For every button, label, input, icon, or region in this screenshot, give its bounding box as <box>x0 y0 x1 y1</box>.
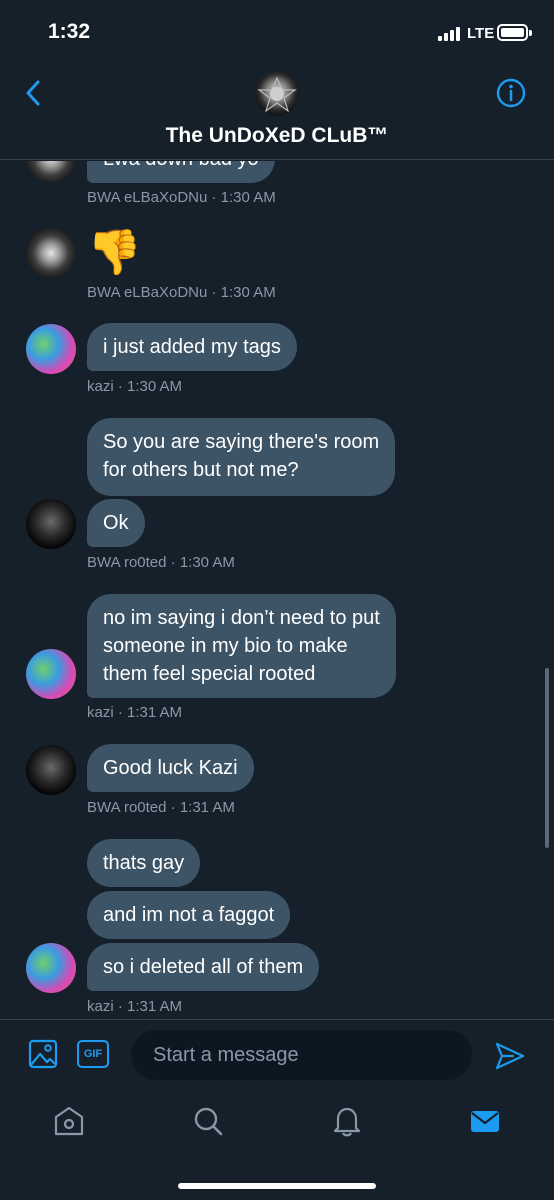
conversation-title: The UnDoXeD CLuB™ <box>165 124 389 147</box>
message-bubble[interactable]: Good luck Kazi <box>87 744 254 792</box>
image-icon <box>28 1039 58 1069</box>
home-icon <box>54 1106 84 1136</box>
message-meta: BWA ro0ted · 1:31 AM <box>87 799 235 816</box>
tab-home[interactable] <box>52 1104 86 1138</box>
avatar[interactable] <box>26 943 76 993</box>
avatar[interactable] <box>26 745 76 795</box>
message-line: them feel special rooted <box>103 663 316 685</box>
thumbs-down-emoji[interactable]: 👎 <box>87 227 142 279</box>
avatar[interactable] <box>26 649 76 699</box>
tab-search[interactable] <box>191 1104 225 1138</box>
mail-icon <box>471 1111 499 1132</box>
message-line: someone in my bio to make <box>103 635 348 657</box>
avatar[interactable] <box>26 499 76 549</box>
network-type: LTE <box>467 25 495 42</box>
info-button[interactable] <box>496 78 526 108</box>
message-meta: BWA ro0ted · 1:30 AM <box>87 554 235 571</box>
tab-messages[interactable] <box>468 1104 502 1138</box>
battery-icon <box>497 24 528 41</box>
message-line: for others but not me? <box>103 459 299 481</box>
message-meta: BWA eLBaXoDNu · 1:30 AM <box>87 189 276 206</box>
home-indicator[interactable] <box>178 1183 376 1189</box>
avatar[interactable] <box>26 228 76 278</box>
message-bubble[interactable]: and im not a faggot <box>87 891 291 939</box>
chevron-left-icon <box>26 80 40 106</box>
battery-tip <box>529 30 532 36</box>
message-input[interactable] <box>131 1030 472 1080</box>
message-meta: kazi · 1:31 AM <box>87 998 183 1015</box>
cellular-signal-icon <box>438 27 462 41</box>
message-meta: BWA eLBaXoDNu · 1:30 AM <box>87 284 276 301</box>
message-meta: kazi · 1:30 AM <box>87 378 183 395</box>
message-bubble[interactable]: Lwa down bad yo <box>87 161 275 183</box>
gif-icon: GIF <box>83 1048 103 1060</box>
back-button[interactable] <box>18 78 48 108</box>
conversation-header: The UnDoXeD CLuB™ <box>0 62 554 160</box>
message-bubble[interactable]: so i deleted all of them <box>87 943 320 991</box>
message-line: no im saying i don’t need to put <box>103 607 380 629</box>
avatar[interactable] <box>26 161 76 183</box>
media-button[interactable] <box>28 1039 58 1069</box>
message-list[interactable]: Lwa down bad yo BWA eLBaXoDNu · 1:30 AM … <box>0 161 554 1019</box>
goat-emblem-icon <box>257 76 297 113</box>
info-icon <box>496 78 526 108</box>
message-bubble[interactable]: i just added my tags <box>87 323 297 371</box>
group-avatar[interactable] <box>255 72 299 116</box>
message-meta: kazi · 1:31 AM <box>87 704 183 721</box>
gif-button[interactable]: GIF <box>77 1040 109 1068</box>
message-composer: GIF <box>0 1019 554 1091</box>
message-bubble[interactable]: Ok <box>87 499 145 547</box>
message-bubble[interactable]: So you are saying there's room for other… <box>87 418 396 496</box>
avatar[interactable] <box>26 324 76 374</box>
message-bubble[interactable]: no im saying i don’t need to put someone… <box>87 594 396 698</box>
send-button[interactable] <box>494 1041 526 1071</box>
bell-icon <box>333 1107 361 1137</box>
message-bubble[interactable]: thats gay <box>87 839 201 887</box>
tab-notifications[interactable] <box>330 1104 364 1138</box>
search-icon <box>194 1107 223 1136</box>
scrollbar[interactable] <box>545 668 549 848</box>
message-line: So you are saying there's room <box>103 431 380 453</box>
status-time: 1:32 <box>48 20 91 43</box>
send-icon <box>495 1042 525 1070</box>
status-bar: 1:32 LTE <box>0 0 554 62</box>
